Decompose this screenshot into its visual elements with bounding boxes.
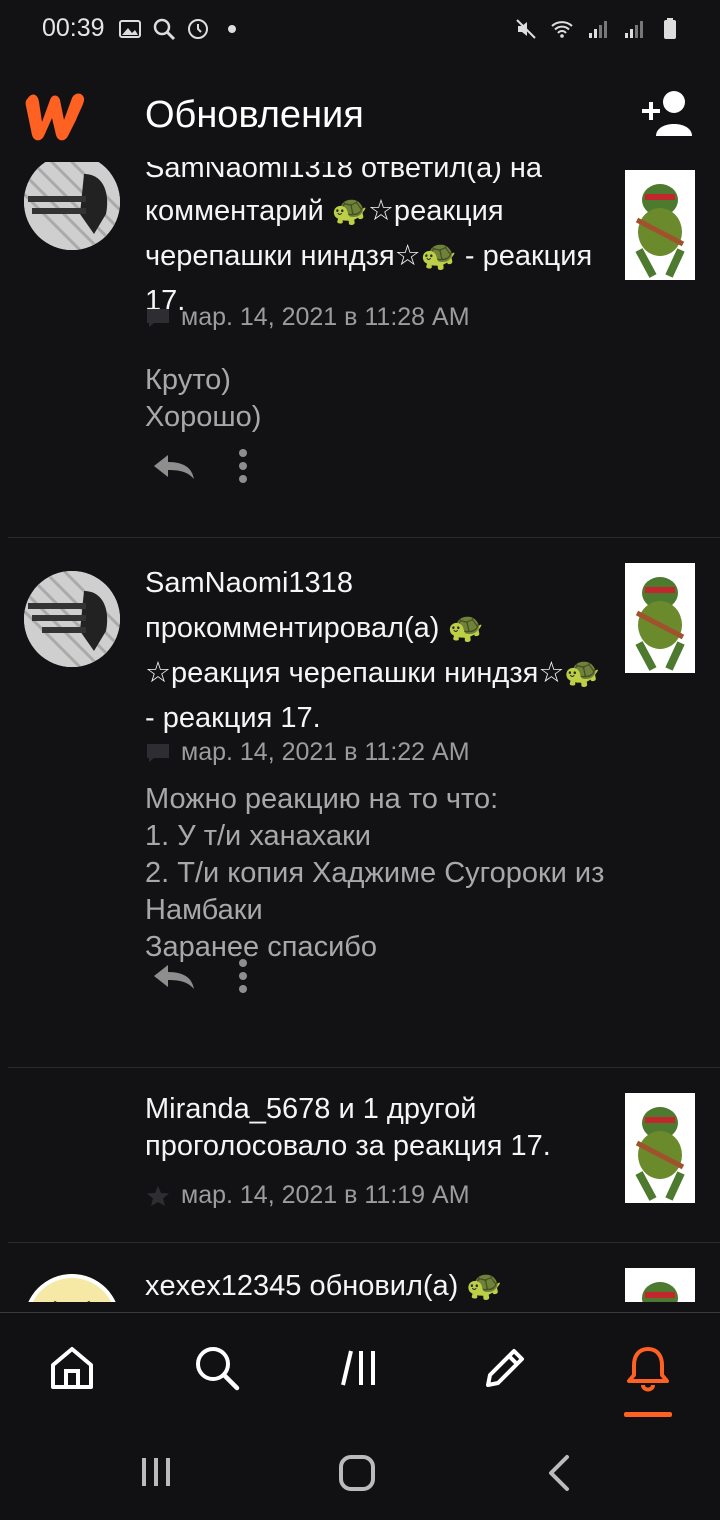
comment-icon bbox=[147, 308, 169, 327]
status-bar: 00:39 bbox=[0, 0, 720, 62]
reply-icon[interactable] bbox=[150, 961, 198, 991]
active-tab-indicator bbox=[624, 1412, 672, 1417]
write-icon[interactable] bbox=[480, 1343, 530, 1393]
story-cover[interactable] bbox=[625, 1268, 695, 1302]
avatar[interactable] bbox=[24, 162, 120, 250]
search-icon bbox=[153, 18, 176, 41]
more-options-icon[interactable] bbox=[238, 959, 248, 993]
status-time: 00:39 bbox=[42, 14, 105, 42]
notification-date: мар. 14, 2021 в 11:22 AM bbox=[181, 738, 470, 766]
story-cover[interactable] bbox=[625, 563, 695, 673]
notification-date: мар. 14, 2021 в 11:19 AM bbox=[181, 1181, 470, 1209]
dot-icon bbox=[228, 25, 236, 33]
comment-icon bbox=[147, 743, 169, 762]
notification-feed[interactable]: SamNaomi1318 ответил(а) на комментарий 🐢… bbox=[0, 162, 720, 1302]
system-navigation bbox=[0, 1424, 720, 1520]
notification-item[interactable]: Miranda_5678 и 1 другой проголосовало за… bbox=[8, 1067, 720, 1243]
signal-icon bbox=[589, 21, 607, 38]
notification-meta: мар. 14, 2021 в 11:19 AM bbox=[145, 1181, 470, 1210]
app-bar: Обновления bbox=[0, 62, 720, 162]
notification-text[interactable]: Miranda_5678 и 1 другой проголосовало за… bbox=[145, 1091, 605, 1165]
notification-meta: мар. 14, 2021 в 11:22 AM bbox=[145, 738, 470, 767]
star-icon bbox=[147, 1185, 169, 1206]
comment-body: Можно реакцию на то что: 1. У т/и ханаха… bbox=[145, 783, 605, 963]
recents-icon[interactable] bbox=[138, 1454, 174, 1490]
back-icon[interactable] bbox=[545, 1454, 573, 1492]
notification-text[interactable]: SamNaomi1318 прокомментировал(а) 🐢 ☆реак… bbox=[145, 561, 615, 741]
comment-actions bbox=[150, 449, 248, 483]
notifications-icon[interactable] bbox=[623, 1343, 673, 1393]
comment-body: Круто) Хорошо) bbox=[145, 364, 262, 433]
image-icon bbox=[119, 20, 141, 38]
wifi-icon bbox=[551, 21, 573, 38]
home-icon[interactable] bbox=[338, 1454, 376, 1492]
add-user-icon[interactable] bbox=[640, 88, 696, 138]
notification-date: мар. 14, 2021 в 11:28 AM bbox=[181, 303, 470, 331]
avatar[interactable] bbox=[24, 1274, 120, 1302]
notification-item[interactable]: SamNaomi1318 прокомментировал(а) 🐢 ☆реак… bbox=[8, 537, 720, 1068]
mute-icon bbox=[516, 19, 536, 39]
notification-text[interactable]: xexex12345 обновил(а) 🐢 bbox=[145, 1264, 615, 1302]
avatar[interactable] bbox=[24, 571, 120, 667]
search-icon[interactable] bbox=[192, 1343, 242, 1393]
notification-meta: мар. 14, 2021 в 11:28 AM bbox=[145, 303, 470, 332]
notification-item[interactable]: SamNaomi1318 ответил(а) на комментарий 🐢… bbox=[8, 162, 720, 538]
page-title: Обновления bbox=[145, 94, 364, 136]
battery-icon bbox=[664, 18, 676, 39]
signal-icon bbox=[625, 21, 643, 38]
notification-text-partial: SamNaomi1318 ответил(а) на bbox=[145, 162, 543, 184]
bottom-navigation bbox=[0, 1312, 720, 1425]
home-icon[interactable] bbox=[47, 1343, 97, 1393]
more-options-icon[interactable] bbox=[238, 449, 248, 483]
comment-actions bbox=[150, 959, 248, 993]
library-icon[interactable] bbox=[337, 1343, 387, 1393]
clock-icon bbox=[188, 19, 208, 39]
reply-icon[interactable] bbox=[150, 451, 198, 481]
wattpad-logo[interactable] bbox=[22, 88, 90, 142]
notification-item[interactable]: xexex12345 обновил(а) 🐢 bbox=[8, 1242, 720, 1302]
story-cover[interactable] bbox=[625, 170, 695, 280]
story-cover[interactable] bbox=[625, 1093, 695, 1203]
